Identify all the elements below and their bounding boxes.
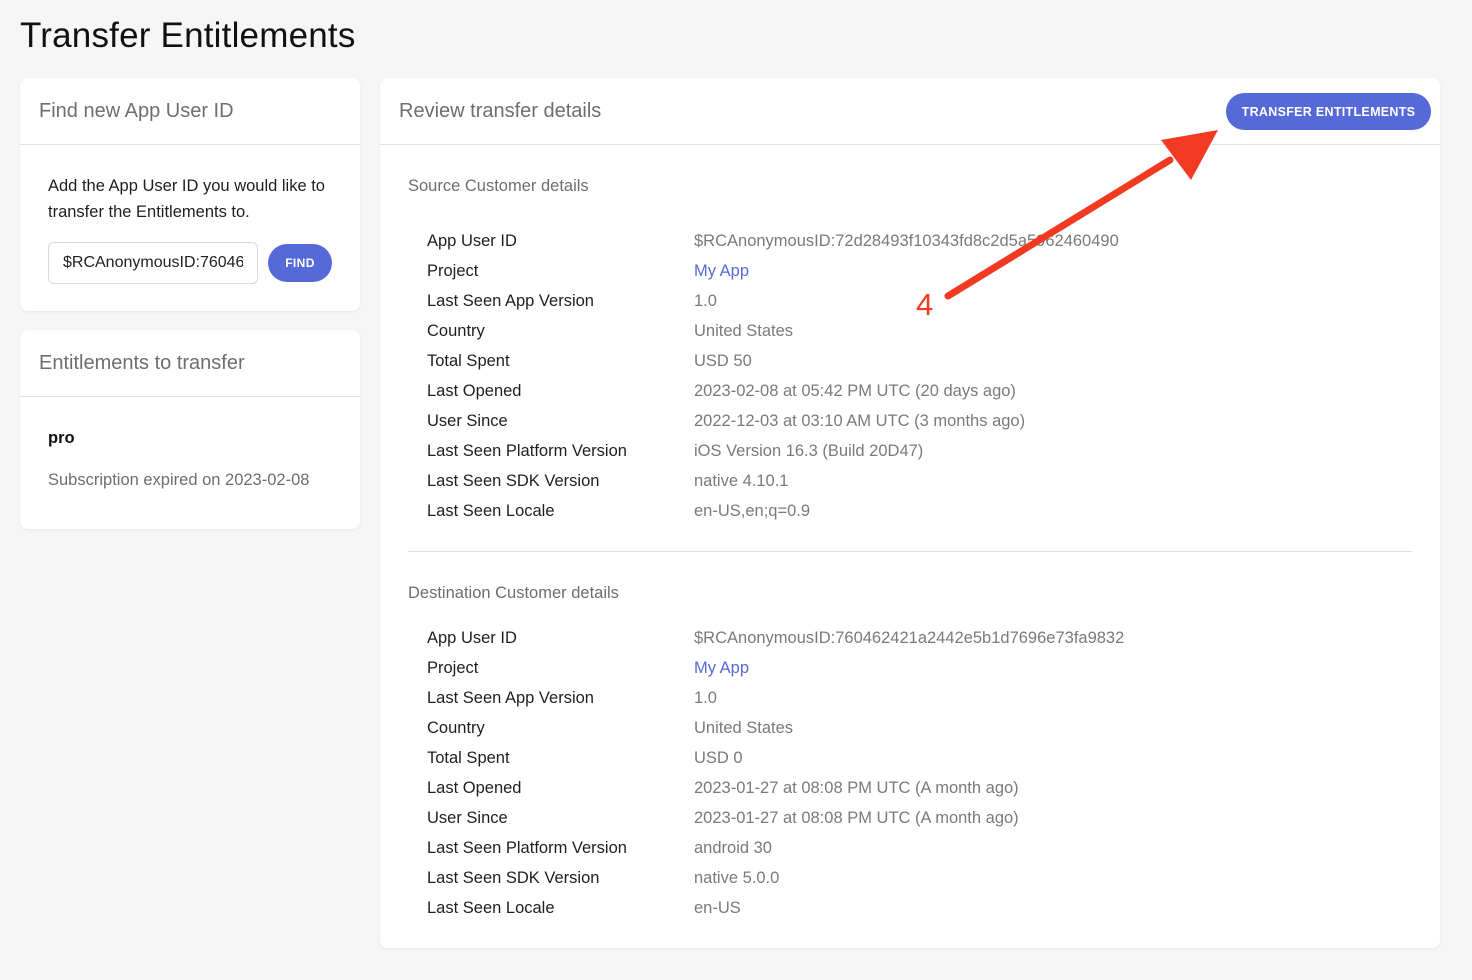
detail-key: App User ID bbox=[427, 628, 517, 647]
detail-row: Last Seen App Version 1.0 bbox=[427, 683, 1417, 713]
entitlements-card-title: Entitlements to transfer bbox=[20, 330, 360, 397]
detail-row: Last Opened 2023-01-27 at 08:08 PM UTC (A… bbox=[427, 773, 1417, 803]
find-user-card: Find new App User ID Add the App User ID… bbox=[20, 78, 360, 311]
source-section-label: Source Customer details bbox=[408, 177, 589, 195]
detail-row: Project My App bbox=[427, 256, 1417, 286]
detail-row: User Since 2022-12-03 at 03:10 AM UTC (3 … bbox=[427, 406, 1417, 436]
transfer-entitlements-button[interactable]: TRANSFER ENTITLEMENTS bbox=[1226, 93, 1431, 130]
detail-key: Total Spent bbox=[427, 351, 510, 370]
detail-key: Country bbox=[427, 718, 485, 737]
page-title: Transfer Entitlements bbox=[20, 16, 356, 55]
entitlement-status: Subscription expired on 2023-02-08 bbox=[48, 471, 310, 489]
detail-row: Last Seen SDK Version native 5.0.0 bbox=[427, 863, 1417, 893]
detail-key: Last Seen SDK Version bbox=[427, 471, 600, 490]
detail-value: USD 50 bbox=[694, 351, 752, 370]
detail-row: Total Spent USD 0 bbox=[427, 743, 1417, 773]
section-divider bbox=[408, 551, 1412, 552]
destination-details-list: App User ID $RCAnonymousID:760462421a2442… bbox=[427, 623, 1417, 923]
detail-value: en-US,en;q=0.9 bbox=[694, 501, 811, 520]
detail-key: App User ID bbox=[427, 231, 517, 250]
entitlements-card: Entitlements to transfer pro Subscriptio… bbox=[20, 330, 360, 529]
detail-key: Last Seen Locale bbox=[427, 501, 555, 520]
detail-key: User Since bbox=[427, 808, 508, 827]
detail-value: iOS Version 16.3 (Build 20D47) bbox=[694, 441, 924, 460]
detail-row: Last Seen Platform Version iOS Version 16… bbox=[427, 436, 1417, 466]
find-user-description: Add the App User ID you would like to tr… bbox=[48, 177, 325, 221]
detail-row: Last Seen App Version 1.0 bbox=[427, 286, 1417, 316]
find-button[interactable]: FIND bbox=[268, 244, 332, 282]
detail-key: Last Seen Platform Version bbox=[427, 838, 627, 857]
detail-value: USD 0 bbox=[694, 748, 743, 767]
detail-key: Last Seen App Version bbox=[427, 688, 594, 707]
detail-value: 1.0 bbox=[694, 688, 717, 707]
find-user-card-title: Find new App User ID bbox=[20, 78, 360, 145]
detail-row: Country United States bbox=[427, 713, 1417, 743]
detail-row: Project My App bbox=[427, 653, 1417, 683]
detail-key: User Since bbox=[427, 411, 508, 430]
project-link[interactable]: My App bbox=[694, 659, 749, 678]
detail-row: App User ID $RCAnonymousID:72d28493f10343… bbox=[427, 226, 1417, 256]
detail-key: Country bbox=[427, 321, 485, 340]
detail-value: $RCAnonymousID:760462421a2442e5b1d7696e7… bbox=[694, 628, 1125, 647]
detail-key: Project bbox=[427, 658, 479, 677]
entitlement-name: pro bbox=[48, 429, 75, 447]
detail-value: 2022-12-03 at 03:10 AM UTC (3 months ago… bbox=[694, 411, 1026, 430]
detail-key: Last Seen Locale bbox=[427, 898, 555, 917]
detail-key: Last Opened bbox=[427, 778, 522, 797]
detail-key: Last Seen Platform Version bbox=[427, 441, 627, 460]
detail-row: Last Seen SDK Version native 4.10.1 bbox=[427, 466, 1417, 496]
detail-key: Total Spent bbox=[427, 748, 510, 767]
destination-section-label: Destination Customer details bbox=[408, 584, 619, 602]
review-transfer-card: Review transfer details TRANSFER ENTITLE… bbox=[380, 78, 1440, 948]
detail-value: 2023-01-27 at 08:08 PM UTC (A month ago) bbox=[694, 808, 1019, 827]
detail-row: Country United States bbox=[427, 316, 1417, 346]
detail-value: United States bbox=[694, 718, 794, 737]
detail-row: Last Seen Locale en-US bbox=[427, 893, 1417, 923]
project-link[interactable]: My App bbox=[694, 262, 749, 281]
detail-row: Total Spent USD 50 bbox=[427, 346, 1417, 376]
detail-row: Last Opened 2023-02-08 at 05:42 PM UTC (2… bbox=[427, 376, 1417, 406]
detail-value: 2023-02-08 at 05:42 PM UTC (20 days ago) bbox=[694, 381, 1016, 400]
detail-key: Last Opened bbox=[427, 381, 522, 400]
detail-value: native 5.0.0 bbox=[694, 868, 780, 887]
detail-row: User Since 2023-01-27 at 08:08 PM UTC (A … bbox=[427, 803, 1417, 833]
detail-value: en-US bbox=[694, 898, 741, 917]
detail-value: United States bbox=[694, 321, 794, 340]
detail-key: Last Seen App Version bbox=[427, 291, 594, 310]
detail-row: Last Seen Platform Version android 30 bbox=[427, 833, 1417, 863]
detail-key: Last Seen SDK Version bbox=[427, 868, 600, 887]
detail-value: 2023-01-27 at 08:08 PM UTC (A month ago) bbox=[694, 778, 1019, 797]
detail-value: $RCAnonymousID:72d28493f10343fd8c2d5a596… bbox=[694, 231, 1119, 250]
detail-row: App User ID $RCAnonymousID:760462421a2442… bbox=[427, 623, 1417, 653]
detail-row: Last Seen Locale en-US,en;q=0.9 bbox=[427, 496, 1417, 526]
source-details-list: App User ID $RCAnonymousID:72d28493f10343… bbox=[427, 226, 1417, 526]
detail-key: Project bbox=[427, 261, 479, 280]
app-user-id-input[interactable] bbox=[48, 242, 258, 284]
detail-value: 1.0 bbox=[694, 291, 717, 310]
detail-value: native 4.10.1 bbox=[694, 471, 789, 490]
detail-value: android 30 bbox=[694, 838, 772, 857]
